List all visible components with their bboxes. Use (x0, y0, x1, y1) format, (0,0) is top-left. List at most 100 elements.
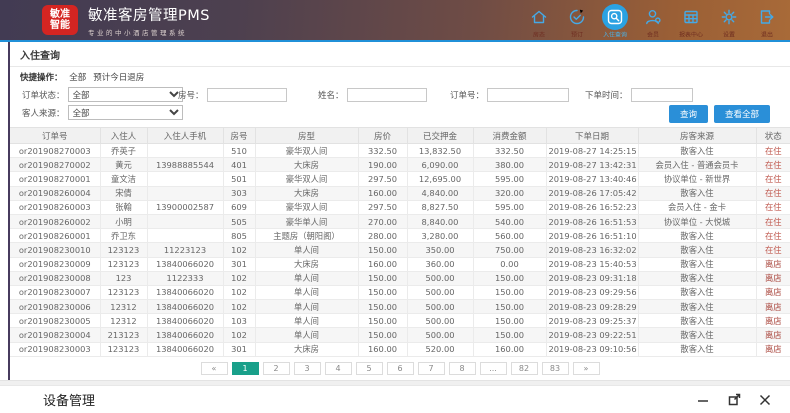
table-row[interactable]: or2019082300061231213840066020102单人间150.… (10, 300, 790, 314)
cell-status: 离店 (756, 271, 790, 285)
logo-line2: 智能 (50, 20, 70, 32)
order-status-select[interactable]: 全部 (68, 87, 183, 102)
cell-consumption: 540.00 (473, 214, 546, 228)
cell-guest-source: 散客入住 (638, 342, 756, 356)
cell-order-no: or201908270003 (10, 144, 100, 158)
cell-guest-source: 散客入住 (638, 328, 756, 342)
pagination-page-8[interactable]: 8 (449, 362, 476, 375)
cell-guest-source: 散客入住 (638, 186, 756, 200)
table-row[interactable]: or201908260002小明505豪华单人间270.008,840.0054… (10, 214, 790, 228)
table-row[interactable]: or201908270002黄元13988885544401大床房190.006… (10, 158, 790, 172)
app-title: 敏准客房管理PMS (88, 4, 210, 25)
table-row[interactable]: or20190823000421312313840066020102单人间150… (10, 328, 790, 342)
pagination-page-6[interactable]: 6 (387, 362, 414, 375)
cell-order-no: or201908230006 (10, 300, 100, 314)
guest-name-label: 姓名： (318, 89, 344, 101)
nav-item-home[interactable]: 房态 (520, 1, 558, 40)
cell-guest-name: 123123 (100, 243, 147, 257)
cell-room-type: 大床房 (255, 158, 358, 172)
pagination-page-82[interactable]: 82 (511, 362, 538, 375)
cell-room-no: 102 (223, 328, 255, 342)
guest-name-input[interactable] (347, 88, 427, 102)
logo-line1: 敏准 (50, 9, 70, 21)
cell-guest-name: 宋倩 (100, 186, 147, 200)
nav-item-checkin-search[interactable]: 入住查询 (596, 1, 634, 40)
order-time-input[interactable] (631, 88, 693, 102)
column-header-guest-name: 入住人 (100, 128, 147, 144)
cell-order-no: or201908230005 (10, 314, 100, 328)
table-row[interactable]: or20190823000712312313840066020102单人间150… (10, 285, 790, 299)
cell-deposit: 13,832.50 (407, 144, 473, 158)
cell-room-type: 豪华双人间 (255, 172, 358, 186)
cell-room-no: 102 (223, 285, 255, 299)
nav-item-settings[interactable]: 设置 (710, 1, 748, 40)
pagination-page-3[interactable]: 3 (294, 362, 321, 375)
table-row[interactable]: or20190823000912312313840066020301大床房160… (10, 257, 790, 271)
nav-label: 入住查询 (603, 30, 627, 39)
table-row[interactable]: or201908270003乔英子510豪华双人间332.5013,832.50… (10, 144, 790, 158)
cell-guest-phone: 13840066020 (147, 285, 223, 299)
quick-link[interactable]: 全部 (69, 73, 86, 83)
pagination-next[interactable]: » (573, 362, 600, 375)
window-controls (696, 393, 772, 407)
order-status-label: 订单状态： (22, 89, 65, 101)
pagination-page-83[interactable]: 83 (542, 362, 569, 375)
nav-item-logout[interactable]: 退出 (748, 1, 786, 40)
pagination: « 12345678... 82 83 » (10, 357, 790, 380)
nav-item-member[interactable]: 会员 (634, 1, 672, 40)
table-row[interactable]: or2019082300081231122333102单人间150.00500.… (10, 271, 790, 285)
table-row[interactable]: or20190823000312312313840066020301大床房160… (10, 342, 790, 356)
pagination-prev[interactable]: « (201, 362, 228, 375)
cell-guest-phone (147, 229, 223, 243)
order-no-input[interactable] (487, 88, 569, 102)
pagination-page-2[interactable]: 2 (263, 362, 290, 375)
pagination-ellipsis[interactable]: ... (480, 362, 507, 375)
cell-order-no: or201908260004 (10, 186, 100, 200)
minimize-icon[interactable] (696, 393, 710, 407)
cell-guest-phone: 13840066020 (147, 300, 223, 314)
table-row[interactable]: or201908260001乔卫东805主题房（朝阳阁）280.003,280.… (10, 229, 790, 243)
cell-guest-phone: 13840066020 (147, 342, 223, 356)
cell-deposit: 500.00 (407, 271, 473, 285)
guest-source-select[interactable]: 全部 (68, 105, 183, 120)
pagination-page-1[interactable]: 1 (232, 362, 259, 375)
table-row[interactable]: or201908260004宋倩303大床房160.004,840.00320.… (10, 186, 790, 200)
nav-item-booking[interactable]: 预订 (558, 1, 596, 40)
cell-room-price: 150.00 (358, 271, 407, 285)
search-button[interactable]: 查询 (669, 105, 708, 123)
pagination-page-4[interactable]: 4 (325, 362, 352, 375)
cell-order-date: 2019-08-26 17:05:42 (546, 186, 638, 200)
cell-room-no: 103 (223, 314, 255, 328)
cell-consumption: 750.00 (473, 243, 546, 257)
table-row[interactable]: or201908260003张翰13900002587609豪华双人间297.5… (10, 200, 790, 214)
cell-consumption: 150.00 (473, 285, 546, 299)
cell-status: 在住 (756, 229, 790, 243)
cell-consumption: 380.00 (473, 158, 546, 172)
cell-room-type: 大床房 (255, 257, 358, 271)
room-no-input[interactable] (207, 88, 287, 102)
cell-consumption: 0.00 (473, 257, 546, 271)
pagination-page-5[interactable]: 5 (356, 362, 383, 375)
cell-guest-source: 散客入住 (638, 300, 756, 314)
app-subtitle: 专业的中小酒店管理系统 (88, 27, 210, 37)
cell-consumption: 595.00 (473, 200, 546, 214)
cell-room-price: 150.00 (358, 314, 407, 328)
table-row[interactable]: or201908270001童文洁501豪华双人间297.5012,695.00… (10, 172, 790, 186)
close-icon[interactable] (758, 393, 772, 407)
cell-room-price: 332.50 (358, 144, 407, 158)
pagination-page-7[interactable]: 7 (418, 362, 445, 375)
column-header-guest-source: 房客来源 (638, 128, 756, 144)
cell-order-date: 2019-08-23 09:22:51 (546, 328, 638, 342)
nav-item-report[interactable]: 报表中心 (672, 1, 710, 40)
table-row[interactable]: or2019082300051231213840066020103单人间150.… (10, 314, 790, 328)
cell-room-type: 单人间 (255, 314, 358, 328)
cell-room-no: 102 (223, 300, 255, 314)
nav-label: 房态 (533, 30, 545, 39)
view-all-button[interactable]: 查看全部 (714, 105, 770, 123)
restore-icon[interactable] (727, 393, 741, 407)
cell-status: 离店 (756, 300, 790, 314)
order-time-label: 下单时间： (585, 89, 628, 101)
quick-link[interactable]: 预计今日退房 (93, 73, 144, 83)
table-row[interactable]: or20190823001012312311223123102单人间150.00… (10, 243, 790, 257)
cell-order-date: 2019-08-23 16:32:02 (546, 243, 638, 257)
